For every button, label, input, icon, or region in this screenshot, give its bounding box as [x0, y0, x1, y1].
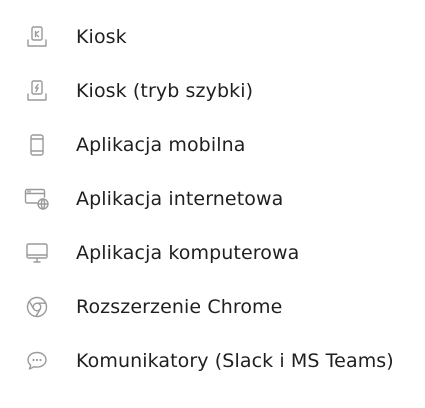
option-kiosk[interactable]: Kiosk: [0, 17, 425, 57]
option-messengers[interactable]: Komunikatory (Slack i MS Teams): [0, 341, 425, 381]
option-web-app[interactable]: Aplikacja internetowa: [0, 179, 425, 219]
option-desktop-app[interactable]: Aplikacja komputerowa: [0, 233, 425, 273]
kiosk-fast-mode-icon: [24, 79, 50, 103]
mobile-phone-icon: [24, 133, 50, 157]
option-label-kiosk: Kiosk: [76, 26, 127, 48]
option-label-mobile-app: Aplikacja mobilna: [76, 134, 246, 156]
kiosk-icon: [24, 25, 50, 49]
chat-bubble-icon: [24, 349, 50, 373]
option-label-desktop-app: Aplikacja komputerowa: [76, 242, 300, 264]
desktop-monitor-icon: [24, 241, 50, 265]
option-mobile-app[interactable]: Aplikacja mobilna: [0, 125, 425, 165]
web-app-globe-icon: [24, 187, 50, 211]
option-label-chrome-extension: Rozszerzenie Chrome: [76, 296, 283, 318]
option-chrome-extension[interactable]: Rozszerzenie Chrome: [0, 287, 425, 327]
option-label-web-app: Aplikacja internetowa: [76, 188, 284, 210]
option-label-kiosk-fast-mode: Kiosk (tryb szybki): [76, 80, 254, 102]
integration-options-list: Kiosk Kiosk (tryb szybki) Aplikacja mobi…: [0, 0, 425, 408]
chrome-icon: [24, 295, 50, 319]
option-kiosk-fast-mode[interactable]: Kiosk (tryb szybki): [0, 71, 425, 111]
option-label-messengers: Komunikatory (Slack i MS Teams): [76, 350, 394, 372]
